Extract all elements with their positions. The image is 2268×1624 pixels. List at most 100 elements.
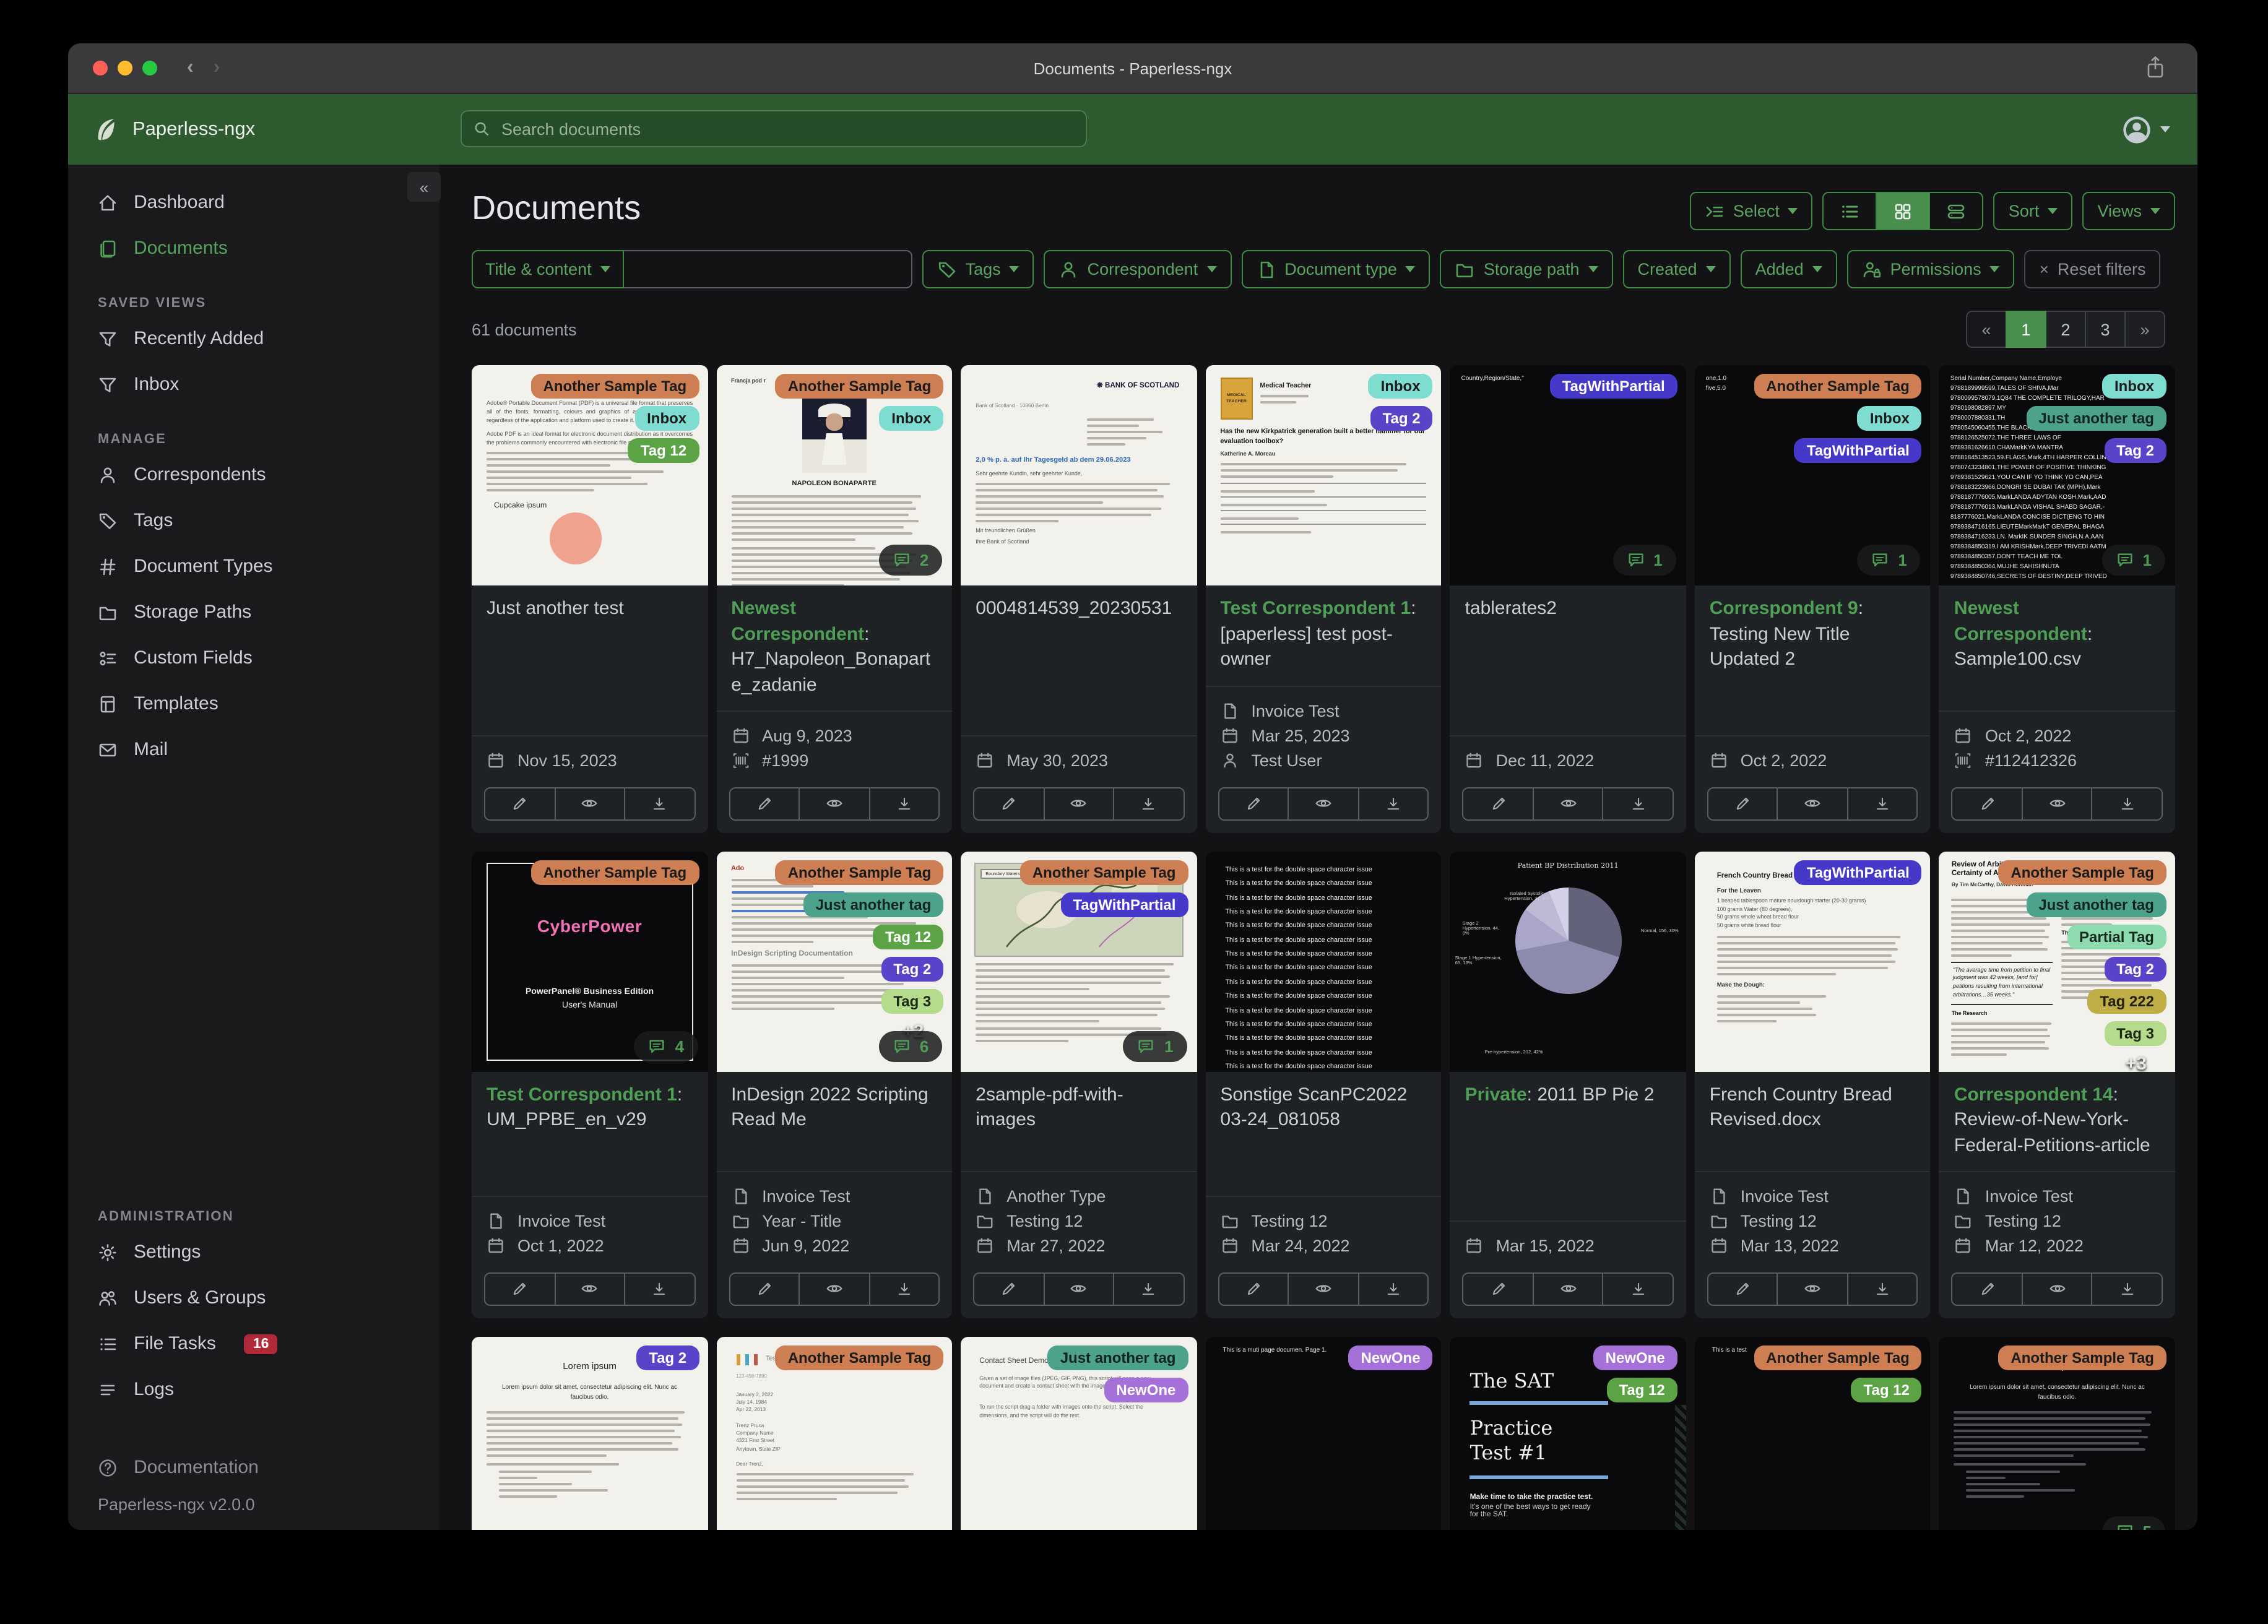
download-button[interactable] (1846, 787, 1918, 821)
title-content-input[interactable] (623, 250, 912, 288)
tag-pill[interactable]: Tag 2 (2104, 438, 2166, 463)
sidebar-collapse-button[interactable]: « (407, 172, 441, 202)
edit-button[interactable] (973, 1272, 1045, 1306)
preview-button[interactable] (1532, 787, 1604, 821)
tag-pill[interactable]: Tag 3 (881, 988, 944, 1014)
tag-pill[interactable]: Another Sample Tag (1754, 374, 1922, 399)
view-mode-list[interactable] (1824, 193, 1876, 229)
document-card[interactable]: CyberPower PowerPanel® Business Edition … (472, 851, 708, 1318)
document-card[interactable]: MEDICAL TEACHER Medical Teacher Has the … (1205, 365, 1442, 833)
document-card[interactable]: Lorem ipsum Lorem ipsum dolor sit amet, … (472, 1336, 708, 1530)
document-card[interactable]: Test Name 123-456-7890 January 2, 2022Ju… (716, 1336, 953, 1530)
tag-pill[interactable]: Another Sample Tag (530, 860, 699, 885)
document-card[interactable]: This is a muti page documen. Page 1. NewO… (1205, 1336, 1442, 1530)
tag-pill[interactable]: TagWithPartial (1794, 438, 1922, 463)
tag-pill[interactable]: Another Sample Tag (1754, 1345, 1922, 1370)
edit-button[interactable] (484, 1272, 556, 1306)
preview-button[interactable] (799, 1272, 870, 1306)
tag-pill[interactable]: Inbox (879, 406, 944, 431)
document-card[interactable]: ❋ BANK OF SCOTLAND Bank of Scotland · 10… (961, 365, 1197, 833)
download-button[interactable] (1357, 787, 1429, 821)
filter-storage-path-button[interactable]: Storage path (1440, 250, 1613, 288)
tag-pill[interactable]: Tag 222 (2087, 988, 2166, 1014)
download-button[interactable] (1113, 1272, 1185, 1306)
filter-tags-button[interactable]: Tags (922, 250, 1034, 288)
sidebar-item-tags[interactable]: Tags (68, 498, 439, 543)
tag-pill[interactable]: Another Sample Tag (1019, 860, 1188, 885)
close-window-button[interactable] (93, 61, 108, 76)
preview-button[interactable] (1532, 1272, 1604, 1306)
preview-button[interactable] (2021, 1272, 2093, 1306)
preview-button[interactable] (1777, 787, 1848, 821)
tag-pill[interactable]: TagWithPartial (1794, 860, 1922, 885)
filter-added-button[interactable]: Added (1740, 250, 1837, 288)
tag-pill[interactable]: NewOne (1104, 1377, 1188, 1402)
tag-pill[interactable]: Partial Tag (2067, 924, 2166, 949)
document-card[interactable]: Ado InDesign Scripting Documentation Ano… (716, 851, 953, 1318)
tag-pill[interactable]: Just another tag (803, 892, 944, 917)
tag-pill[interactable]: Tag 3 (2104, 1021, 2166, 1046)
tag-pill[interactable]: Tag 2 (2104, 956, 2166, 982)
document-card[interactable]: Serial Number,Company Name,Employe 97881… (1939, 365, 2175, 833)
preview-button[interactable] (1288, 787, 1359, 821)
edit-button[interactable] (1707, 1272, 1778, 1306)
tag-pill[interactable]: NewOne (1348, 1345, 1433, 1370)
tag-pill[interactable]: Another Sample Tag (775, 374, 944, 399)
view-mode-cards[interactable] (1929, 193, 1983, 229)
tag-pill[interactable]: Tag 2 (636, 1345, 699, 1370)
pagination-page-3[interactable]: 3 (2085, 311, 2126, 348)
sidebar-item-settings[interactable]: Settings (68, 1229, 439, 1275)
tag-pill[interactable]: Just another tag (1047, 1345, 1188, 1370)
download-button[interactable] (624, 787, 696, 821)
download-button[interactable] (2091, 787, 2163, 821)
document-card[interactable]: one,1.0 five,5.0 Another Sample Tag Inbox T… (1694, 365, 1931, 833)
preview-button[interactable] (1777, 1272, 1848, 1306)
edit-button[interactable] (1462, 1272, 1534, 1306)
document-correspondent[interactable]: Correspondent 14 (1954, 1084, 2113, 1105)
tag-pill[interactable]: Another Sample Tag (1998, 860, 2166, 885)
edit-button[interactable] (1218, 1272, 1289, 1306)
tag-pill[interactable]: Inbox (2101, 374, 2166, 399)
preview-button[interactable] (1043, 1272, 1115, 1306)
document-card[interactable]: Boundary Waters Trip Another Sample Tag T… (961, 851, 1197, 1318)
tag-pill[interactable]: Just another tag (2026, 892, 2166, 917)
edit-button[interactable] (729, 1272, 800, 1306)
preview-button[interactable] (1288, 1272, 1359, 1306)
document-card[interactable]: Francja pod r NAPOLEON BONAPARTE Another… (716, 365, 953, 833)
tag-pill[interactable]: Tag 12 (628, 438, 699, 463)
tag-pill[interactable]: TagWithPartial (1549, 374, 1677, 399)
download-button[interactable] (868, 787, 940, 821)
zoom-window-button[interactable] (142, 61, 157, 76)
download-button[interactable] (1602, 787, 1674, 821)
sidebar-item-logs[interactable]: Logs (68, 1367, 439, 1412)
tag-pill[interactable]: Just another tag (2026, 406, 2166, 431)
preview-button[interactable] (1043, 787, 1115, 821)
document-card[interactable]: Adobe Acrobat PDF Files Adobe® Portable … (472, 365, 708, 833)
edit-button[interactable] (1218, 787, 1289, 821)
download-button[interactable] (1357, 1272, 1429, 1306)
download-button[interactable] (1602, 1272, 1674, 1306)
tag-pill[interactable]: Inbox (1857, 406, 1922, 431)
search-input[interactable] (499, 118, 1075, 139)
document-correspondent[interactable]: Test Correspondent 1 (487, 1084, 677, 1105)
edit-button[interactable] (729, 787, 800, 821)
pagination-first[interactable]: « (1966, 311, 2007, 348)
filter-created-button[interactable]: Created (1622, 250, 1731, 288)
sidebar-item-custom-fields[interactable]: Custom Fields (68, 635, 439, 681)
views-button[interactable]: Views (2082, 192, 2175, 230)
tag-pill[interactable]: TagWithPartial (1060, 892, 1188, 917)
tag-pill[interactable]: Tag 12 (1851, 1377, 1922, 1402)
sidebar-item-storage-paths[interactable]: Storage Paths (68, 589, 439, 635)
document-card[interactable]: Country,Region/State," TagWithPartial 1 tab… (1450, 365, 1686, 833)
tag-pill[interactable]: Tag 2 (881, 956, 944, 982)
minimize-window-button[interactable] (118, 61, 132, 76)
document-card[interactable]: French Country Bread For the Leaven 1 he… (1694, 851, 1931, 1318)
select-button[interactable]: Select (1689, 192, 1813, 230)
filter-correspondent-button[interactable]: Correspondent (1044, 250, 1232, 288)
download-button[interactable] (2091, 1272, 2163, 1306)
sidebar-item-dashboard[interactable]: Dashboard (68, 179, 439, 225)
sidebar-item-file-tasks[interactable]: File Tasks 16 (68, 1321, 439, 1367)
download-button[interactable] (624, 1272, 696, 1306)
sidebar-item-templates[interactable]: Templates (68, 681, 439, 727)
edit-button[interactable] (1707, 787, 1778, 821)
